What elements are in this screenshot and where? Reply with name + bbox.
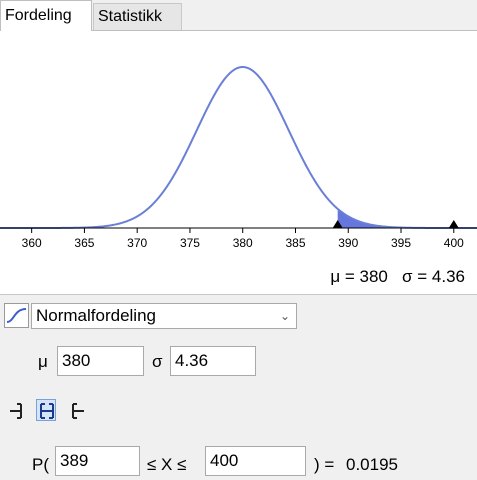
x-tick-label: 360	[22, 236, 42, 250]
sigma-label: σ	[152, 352, 163, 371]
right-sided-icon[interactable]	[66, 399, 86, 421]
params-readout: μ = 380 σ = 4.36	[330, 267, 465, 287]
controls-panel: Normalfordeling ⌄ μ 380 σ 4.36 P( 389 ≤ …	[0, 294, 477, 480]
density-curve	[0, 66, 477, 229]
x-tick-label: 380	[233, 236, 253, 250]
x-tick-label: 385	[285, 236, 305, 250]
x-tick-label: 375	[180, 236, 200, 250]
upper-bound-marker[interactable]	[448, 220, 459, 228]
x-axis-ticks: 360 365 370 375 380 385 390 395 400	[22, 228, 464, 250]
normal-curve-icon[interactable]	[4, 303, 29, 328]
plot-canvas: 360 365 370 375 380 385 390 395 400	[0, 66, 477, 250]
tab-fordeling[interactable]: Fordeling	[0, 0, 92, 31]
sigma-input[interactable]: 4.36	[170, 346, 256, 376]
mu-input[interactable]: 380	[57, 346, 144, 376]
chevron-down-icon: ⌄	[279, 309, 290, 323]
probability-inequality: ≤ X ≤	[147, 455, 187, 474]
mu-readout: μ = 380	[330, 267, 388, 286]
probability-equals: ) =	[314, 455, 335, 474]
x-tick-label: 400	[444, 236, 464, 250]
probability-prefix: P(	[32, 455, 49, 474]
x-tick-label: 390	[338, 236, 358, 250]
left-sided-icon[interactable]	[6, 399, 26, 421]
distribution-plot[interactable]: 360 365 370 375 380 385 390 395 400 μ = 380 σ = …	[0, 31, 477, 294]
upper-bound-input[interactable]: 400	[205, 446, 306, 476]
lower-bound-input[interactable]: 389	[55, 446, 140, 476]
distribution-select[interactable]: Normalfordeling ⌄	[31, 303, 297, 329]
x-tick-label: 370	[127, 236, 147, 250]
sigma-readout: σ = 4.36	[402, 267, 465, 286]
x-tick-label: 395	[391, 236, 411, 250]
x-tick-label: 365	[74, 236, 94, 250]
tab-statistikk[interactable]: Statistikk	[93, 3, 182, 30]
tab-bar: Fordeling Statistikk	[0, 0, 477, 31]
mu-label: μ	[38, 352, 48, 371]
interval-icon[interactable]	[36, 399, 56, 421]
shaded-probability-area	[337, 208, 454, 228]
probability-result: 0.0195	[346, 455, 398, 474]
distribution-select-value: Normalfordeling	[36, 306, 156, 325]
